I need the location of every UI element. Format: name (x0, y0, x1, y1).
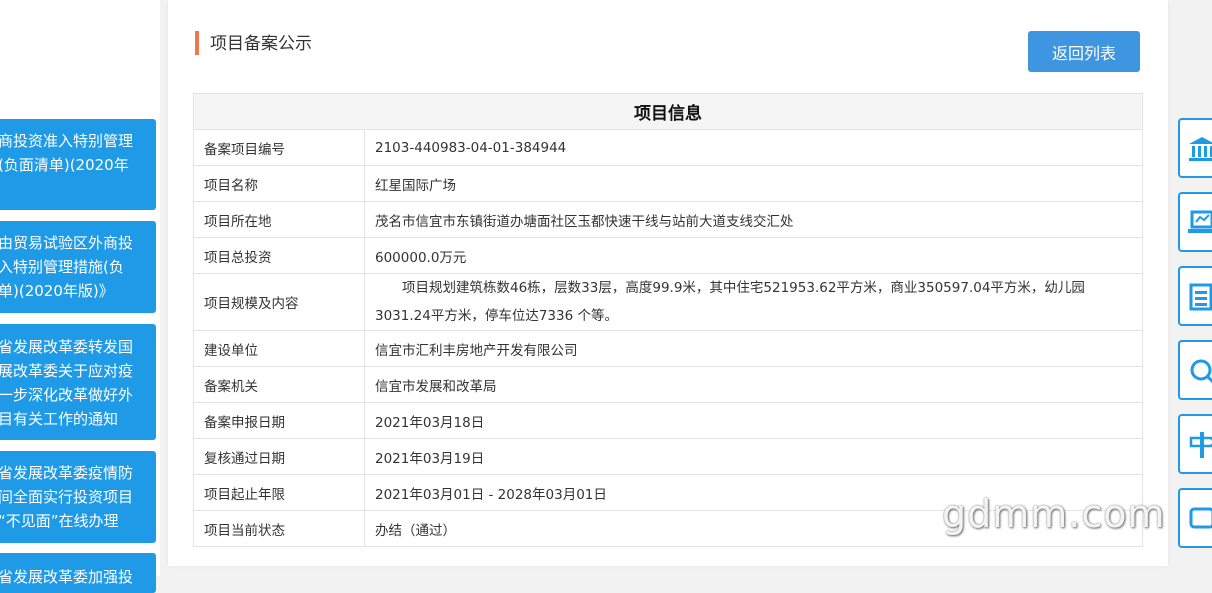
table-title: 项目信息 (193, 93, 1143, 130)
table-row: 项目规模及内容 项目规划建筑栋数46栋，层数33层，高度99.9米，其中住宅52… (193, 273, 1143, 331)
row-label: 项目总投资 (193, 237, 365, 274)
row-label: 备案项目编号 (193, 129, 365, 166)
row-value: 2103-440983-04-01-384944 (364, 129, 1143, 166)
table-row: 备案项目编号 2103-440983-04-01-384944 (193, 129, 1143, 166)
news-item-text: 省发展改革委转发国 展改革委关于应对疫 一步深化改革做好外 目有关工作的通知 (0, 338, 134, 428)
search-icon-button[interactable] (1178, 340, 1212, 400)
signpost-icon-button[interactable] (1178, 414, 1212, 474)
row-value: 信宜市汇利丰房地产开发有限公司 (364, 330, 1143, 367)
table-title-row: 项目信息 (193, 93, 1143, 130)
table-row: 复核通过日期 2021年03月19日 (193, 438, 1143, 475)
search-icon (1190, 359, 1212, 384)
row-value: 600000.0万元 (364, 237, 1143, 274)
news-item-2[interactable]: 由贸易试验区外商投 入特别管理措施(负 单)(2020年版)》 (0, 221, 156, 313)
table-row: 项目所在地 茂名市信宜市东镇街道办塘面社区玉都快速干线与站前大道支线交汇处 (193, 201, 1143, 238)
row-value: 红星国际广场 (364, 165, 1143, 202)
bank-icon (1189, 137, 1212, 161)
row-label: 备案机关 (193, 366, 365, 403)
news-item-text: 由贸易试验区外商投 入特别管理措施(负 单)(2020年版)》 (0, 234, 134, 300)
row-label: 项目名称 (193, 165, 365, 202)
news-item-text: 省发展改革委加强投 (0, 568, 134, 586)
page-title: 项目备案公示 (195, 31, 312, 55)
document-stack-icon (1189, 283, 1212, 311)
news-item-5[interactable]: 省发展改革委加强投 (0, 553, 156, 593)
laptop-icon (1188, 210, 1212, 233)
row-value: 2021年03月18日 (364, 402, 1143, 439)
row-value: 茂名市信宜市东镇街道办塘面社区玉都快速干线与站前大道支线交汇处 (364, 201, 1143, 238)
row-label: 复核通过日期 (193, 438, 365, 475)
row-label: 项目起止年限 (193, 474, 365, 511)
row-value: 信宜市发展和改革局 (364, 366, 1143, 403)
news-item-text: 商投资准入特别管理 (负面清单)(2020年 (0, 132, 134, 174)
row-label: 项目规模及内容 (193, 273, 365, 331)
chat-icon (1189, 507, 1212, 529)
news-item-3[interactable]: 省发展改革委转发国 展改革委关于应对疫 一步深化改革做好外 目有关工作的通知 (0, 324, 156, 440)
row-label: 项目所在地 (193, 201, 365, 238)
bank-icon-button[interactable] (1178, 118, 1212, 178)
row-value: 2021年03月19日 (364, 438, 1143, 475)
right-quick-links (1176, 0, 1212, 576)
site-watermark: gdmm.com (942, 492, 1166, 536)
table-row: 建设单位 信宜市汇利丰房地产开发有限公司 (193, 330, 1143, 367)
table-row: 项目总投资 600000.0万元 (193, 237, 1143, 274)
table-row: 项目名称 红星国际广场 (193, 165, 1143, 202)
row-label: 建设单位 (193, 330, 365, 367)
table-row: 备案机关 信宜市发展和改革局 (193, 366, 1143, 403)
signpost-icon (1189, 432, 1212, 458)
row-value: 项目规划建筑栋数46栋，层数33层，高度99.9米，其中住宅521953.62平… (364, 273, 1143, 331)
news-item-1[interactable]: 商投资准入特别管理 (负面清单)(2020年 (0, 119, 156, 210)
chat-icon-button[interactable] (1178, 488, 1212, 548)
laptop-icon-button[interactable] (1178, 192, 1212, 252)
news-item-text: 省发展改革委疫情防 间全面实行投资项目 “不见面”在线办理 (0, 464, 134, 530)
row-label: 项目当前状态 (193, 510, 365, 547)
back-to-list-button[interactable]: 返回列表 (1028, 31, 1140, 72)
news-item-4[interactable]: 省发展改革委疫情防 间全面实行投资项目 “不见面”在线办理 (0, 451, 156, 543)
left-news-panel: 商投资准入特别管理 (负面清单)(2020年 由贸易试验区外商投 入特别管理措施… (0, 0, 160, 593)
row-label: 备案申报日期 (193, 402, 365, 439)
main-content: 项目备案公示 返回列表 项目信息 备案项目编号 2103-440983-04-0… (168, 0, 1168, 566)
table-row: 备案申报日期 2021年03月18日 (193, 402, 1143, 439)
project-info-table: 项目信息 备案项目编号 2103-440983-04-01-384944 项目名… (193, 93, 1143, 547)
document-stack-icon-button[interactable] (1178, 266, 1212, 326)
